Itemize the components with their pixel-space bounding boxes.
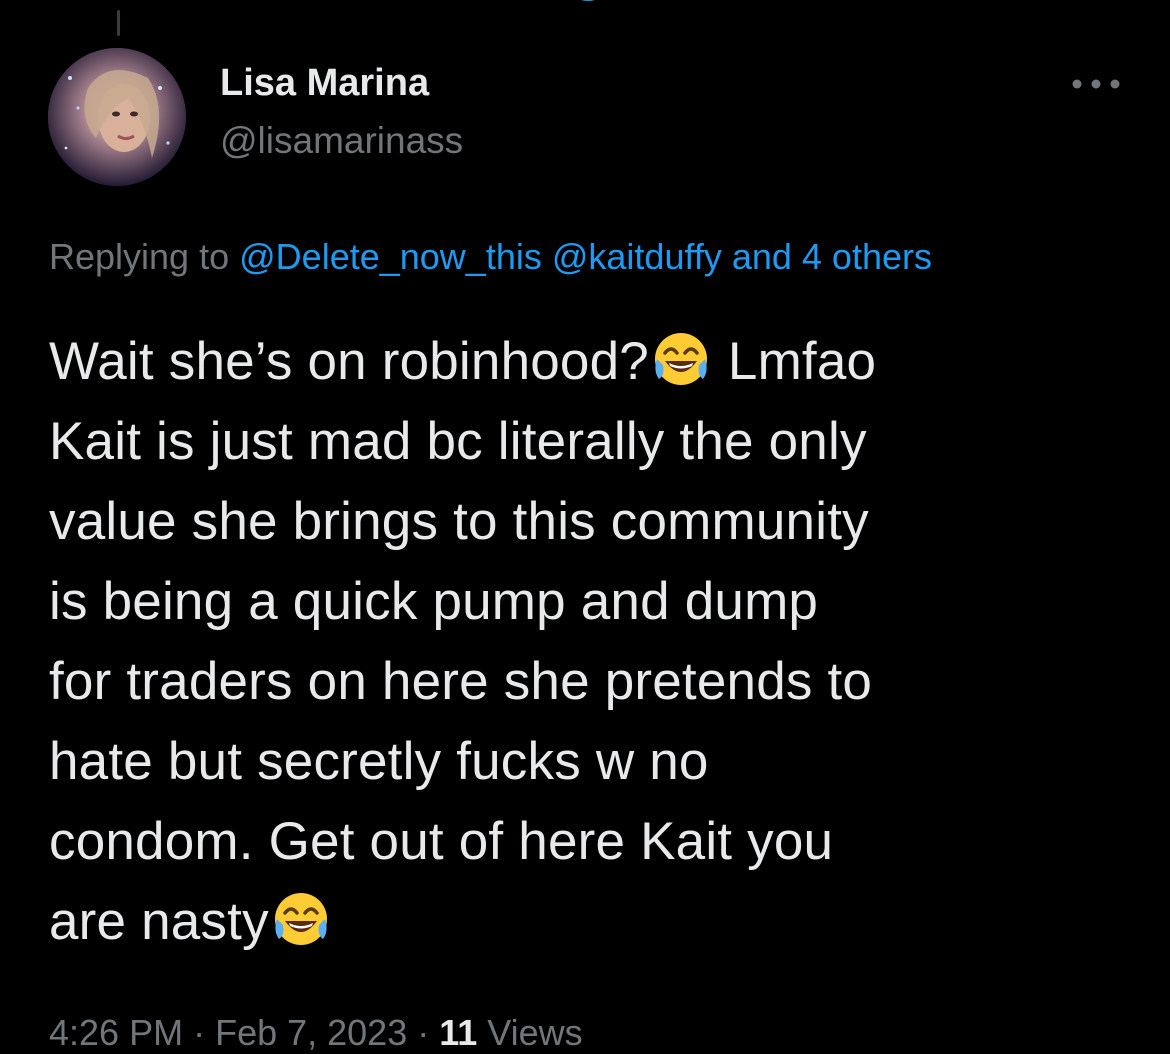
- tweet-meta: 4:26 PM · Feb 7, 2023 · 11 Views: [49, 1012, 583, 1054]
- tweet-line: value she brings to this community: [49, 492, 869, 551]
- replying-prefix: Replying to: [49, 236, 230, 277]
- avatar[interactable]: [48, 48, 186, 186]
- face-with-tears-of-joy-emoji: [271, 889, 331, 949]
- face-with-tears-of-joy-emoji: [651, 329, 711, 389]
- tweet-date[interactable]: Feb 7, 2023: [215, 1012, 407, 1053]
- author-handle[interactable]: @lisamarinass: [220, 120, 463, 162]
- tweet-text-segment: Wait she’s on robinhood?: [49, 332, 649, 391]
- views-count: 11: [439, 1012, 478, 1053]
- tweet-line: condom. Get out of here Kait you: [49, 812, 834, 871]
- replying-to-line: Replying to @Delete_now_this @kaitduffy …: [49, 236, 932, 278]
- tweet-line: is being a quick pump and dump: [49, 572, 819, 631]
- tweet-text-segment: Lmfao: [712, 332, 877, 391]
- meta-separator: ·: [407, 1012, 440, 1053]
- mention-link[interactable]: @Delete_now_this: [239, 236, 542, 277]
- tweet-line: for traders on here she pretends to: [49, 652, 873, 711]
- loading-spinner-icon: [560, 0, 616, 6]
- tweet-line: Kait is just mad bc literally the only: [49, 412, 867, 471]
- author-name[interactable]: Lisa Marina: [220, 62, 429, 105]
- others-link[interactable]: and 4 others: [732, 236, 932, 277]
- more-horizontal-icon: [1071, 77, 1121, 95]
- tweet-time[interactable]: 4:26 PM: [49, 1012, 183, 1053]
- meta-separator: ·: [183, 1012, 216, 1053]
- views-label: Views: [477, 1012, 583, 1053]
- tweet-text: Wait she’s on robinhood? Lmfao Kait is j…: [49, 322, 1129, 962]
- tweet-line: are nasty: [49, 882, 1129, 962]
- tweet-line: hate but secretly fucks w no: [49, 732, 709, 791]
- tweet-text-segment: are nasty: [49, 892, 269, 951]
- more-options-button[interactable]: [1068, 68, 1124, 104]
- mention-link[interactable]: @kaitduffy: [552, 236, 722, 277]
- tweet-line: Wait she’s on robinhood? Lmfao: [49, 322, 1129, 402]
- thread-connector-line: [117, 10, 120, 36]
